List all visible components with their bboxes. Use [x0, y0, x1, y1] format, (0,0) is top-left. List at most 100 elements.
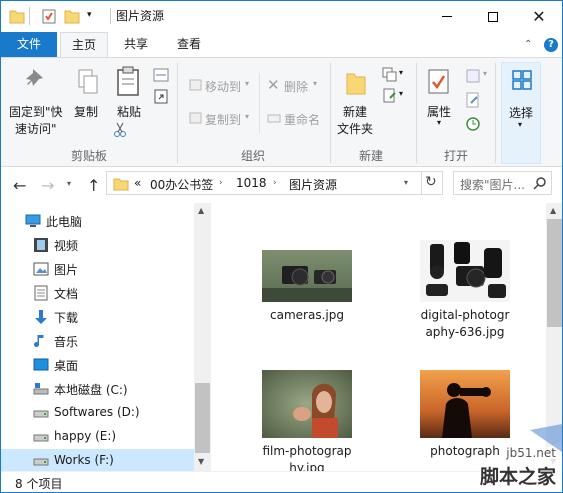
new-item-icon[interactable] — [382, 67, 398, 83]
nav-scroll-thumb[interactable] — [195, 383, 210, 453]
open-icon[interactable] — [465, 68, 481, 84]
watermark-site: jb51.net — [506, 446, 556, 460]
copy-to-button[interactable]: 复制到 — [205, 111, 241, 128]
nav-item-label: Softwares (D:) — [54, 405, 140, 419]
edit-icon[interactable] — [465, 92, 481, 108]
nav-item-drive-e[interactable]: happy (E:) — [1, 425, 197, 449]
file-name: film-photograp — [262, 444, 352, 458]
nav-item-label: Works (F:) — [54, 453, 114, 467]
easy-access-icon[interactable] — [382, 88, 398, 104]
file-item[interactable]: film-photograp hy.jpg — [247, 363, 367, 471]
copy-path-icon[interactable] — [153, 68, 169, 82]
search-box[interactable]: 搜索"图片... — [453, 171, 552, 195]
tab-share[interactable]: 共享 — [114, 32, 158, 57]
paste-button[interactable]: 粘贴 — [117, 103, 141, 120]
file-name: hy.jpg — [289, 461, 325, 471]
thumbnail-film-photography — [262, 370, 352, 438]
documents-icon — [34, 285, 48, 301]
delete-button[interactable]: 删除 — [284, 78, 308, 95]
nav-item-label: 音乐 — [54, 335, 79, 349]
minimize-button[interactable] — [424, 1, 470, 32]
file-item[interactable]: cameras.jpg — [247, 243, 367, 353]
nav-item-downloads[interactable]: 下载 — [1, 305, 197, 329]
copy-button[interactable]: 复制 — [74, 103, 98, 120]
close-button[interactable]: ✕ — [516, 1, 562, 32]
ribbon-tabs: 文件 主页 共享 查看 ⌃ ? — [1, 32, 562, 58]
tab-home[interactable]: 主页 — [60, 32, 108, 58]
nav-item-pictures[interactable]: 图片 — [1, 257, 197, 281]
drive-icon — [33, 434, 49, 442]
navigation-pane: 此电脑 视频 图片 文档 下载 音乐 桌面 本地磁盘 (C:) Software… — [1, 203, 211, 473]
nav-item-drive-f[interactable]: Works (F:) — [1, 449, 197, 473]
nav-item-label: 下载 — [54, 311, 79, 325]
nav-item-label: happy (E:) — [54, 429, 117, 443]
new-folder-label-2[interactable]: 文件夹 — [337, 120, 373, 137]
nav-item-drive-c[interactable]: 本地磁盘 (C:) — [1, 377, 197, 401]
file-name: digital-photogr — [420, 308, 510, 322]
nav-item-label: 此电脑 — [46, 215, 83, 229]
maximize-button[interactable] — [470, 1, 516, 32]
paste-shortcut-icon[interactable] — [153, 88, 169, 104]
help-icon[interactable]: ? — [544, 38, 558, 52]
file-item[interactable]: digital-photogr aphy-636.jpg — [405, 233, 525, 353]
nav-scrollbar[interactable]: ▲ ▼ — [194, 203, 211, 471]
tab-view[interactable]: 查看 — [167, 32, 211, 57]
pictures-icon — [33, 262, 49, 276]
watermark: jb51.net 脚本之家 — [412, 422, 562, 492]
breadcrumb-overflow[interactable]: « — [134, 176, 141, 190]
back-button[interactable]: ← — [13, 176, 26, 195]
ribbon-home: 固定到"快 速访问" 复制 粘贴 剪贴板 移动到 ▾ 复制到 ▾ ✕ 删除 ▾ … — [1, 57, 562, 167]
rename-button[interactable]: 重命名 — [284, 111, 320, 128]
history-icon[interactable] — [465, 116, 481, 132]
new-folder-label-1[interactable]: 新建 — [343, 103, 367, 120]
tab-file[interactable]: 文件 — [1, 32, 57, 57]
download-icon — [35, 310, 47, 324]
explorer-window: ▾ 图片资源 ✕ 文件 主页 共享 查看 ⌃ ? 固定到"快 速访问" 复制 粘… — [0, 0, 563, 493]
address-box[interactable]: « 00办公书签 › 1018 › 图片资源 ▾ ↻ — [106, 171, 443, 195]
nav-item-videos[interactable]: 视频 — [1, 233, 197, 257]
folder-icon — [9, 10, 25, 24]
watermark-name: 脚本之家 — [479, 466, 556, 488]
new-folder-quick-icon[interactable] — [64, 8, 80, 25]
select-icon — [512, 70, 532, 90]
nav-item-desktop[interactable]: 桌面 — [1, 353, 197, 377]
pin-quick-access-label-1[interactable]: 固定到"快 — [9, 103, 63, 120]
title-bar: ▾ 图片资源 ✕ — [1, 1, 562, 32]
move-to-icon — [189, 79, 202, 91]
content-scroll-thumb[interactable] — [547, 219, 562, 327]
move-to-button[interactable]: 移动到 — [205, 78, 241, 95]
properties-quick-icon[interactable] — [41, 8, 57, 25]
customize-quick-access-icon[interactable]: ▾ — [87, 10, 92, 27]
breadcrumb-item[interactable]: 1018 — [236, 176, 267, 190]
nav-item-this-pc[interactable]: 此电脑 — [1, 209, 197, 233]
pin-icon — [26, 69, 43, 86]
copy-to-icon — [189, 112, 202, 124]
forward-button[interactable]: → — [41, 176, 54, 195]
nav-item-documents[interactable]: 文档 — [1, 281, 197, 305]
properties-icon — [428, 69, 449, 94]
nav-item-drive-d[interactable]: Softwares (D:) — [1, 401, 197, 425]
file-name: aphy-636.jpg — [425, 325, 505, 339]
group-new: 新建 — [359, 149, 384, 163]
search-icon[interactable] — [533, 176, 547, 190]
nav-item-music[interactable]: 音乐 — [1, 329, 197, 353]
cut-icon[interactable] — [113, 122, 127, 138]
address-dropdown-icon[interactable]: ▾ — [404, 178, 408, 187]
drive-icon — [33, 410, 49, 418]
refresh-icon[interactable]: ↻ — [425, 174, 437, 190]
drive-icon — [33, 458, 49, 466]
up-button[interactable]: ↑ — [87, 176, 100, 195]
desktop-icon — [33, 358, 49, 371]
item-count: 8 个项目 — [15, 477, 63, 491]
nav-item-label: 图片 — [54, 263, 79, 277]
select-button[interactable]: 选择 ▾ — [501, 62, 541, 164]
recent-locations-icon[interactable]: ▾ — [67, 179, 71, 188]
collapse-ribbon-icon[interactable]: ⌃ — [524, 39, 532, 50]
pin-quick-access-label-2[interactable]: 速访问" — [15, 120, 57, 137]
breadcrumb-item[interactable]: 00办公书签 — [150, 176, 213, 193]
nav-item-label: 桌面 — [54, 359, 79, 373]
select-label: 选择 — [509, 106, 534, 120]
delete-icon: ✕ — [267, 76, 280, 94]
search-input[interactable]: 搜索"图片... — [460, 176, 525, 193]
breadcrumb-item[interactable]: 图片资源 — [289, 176, 337, 193]
